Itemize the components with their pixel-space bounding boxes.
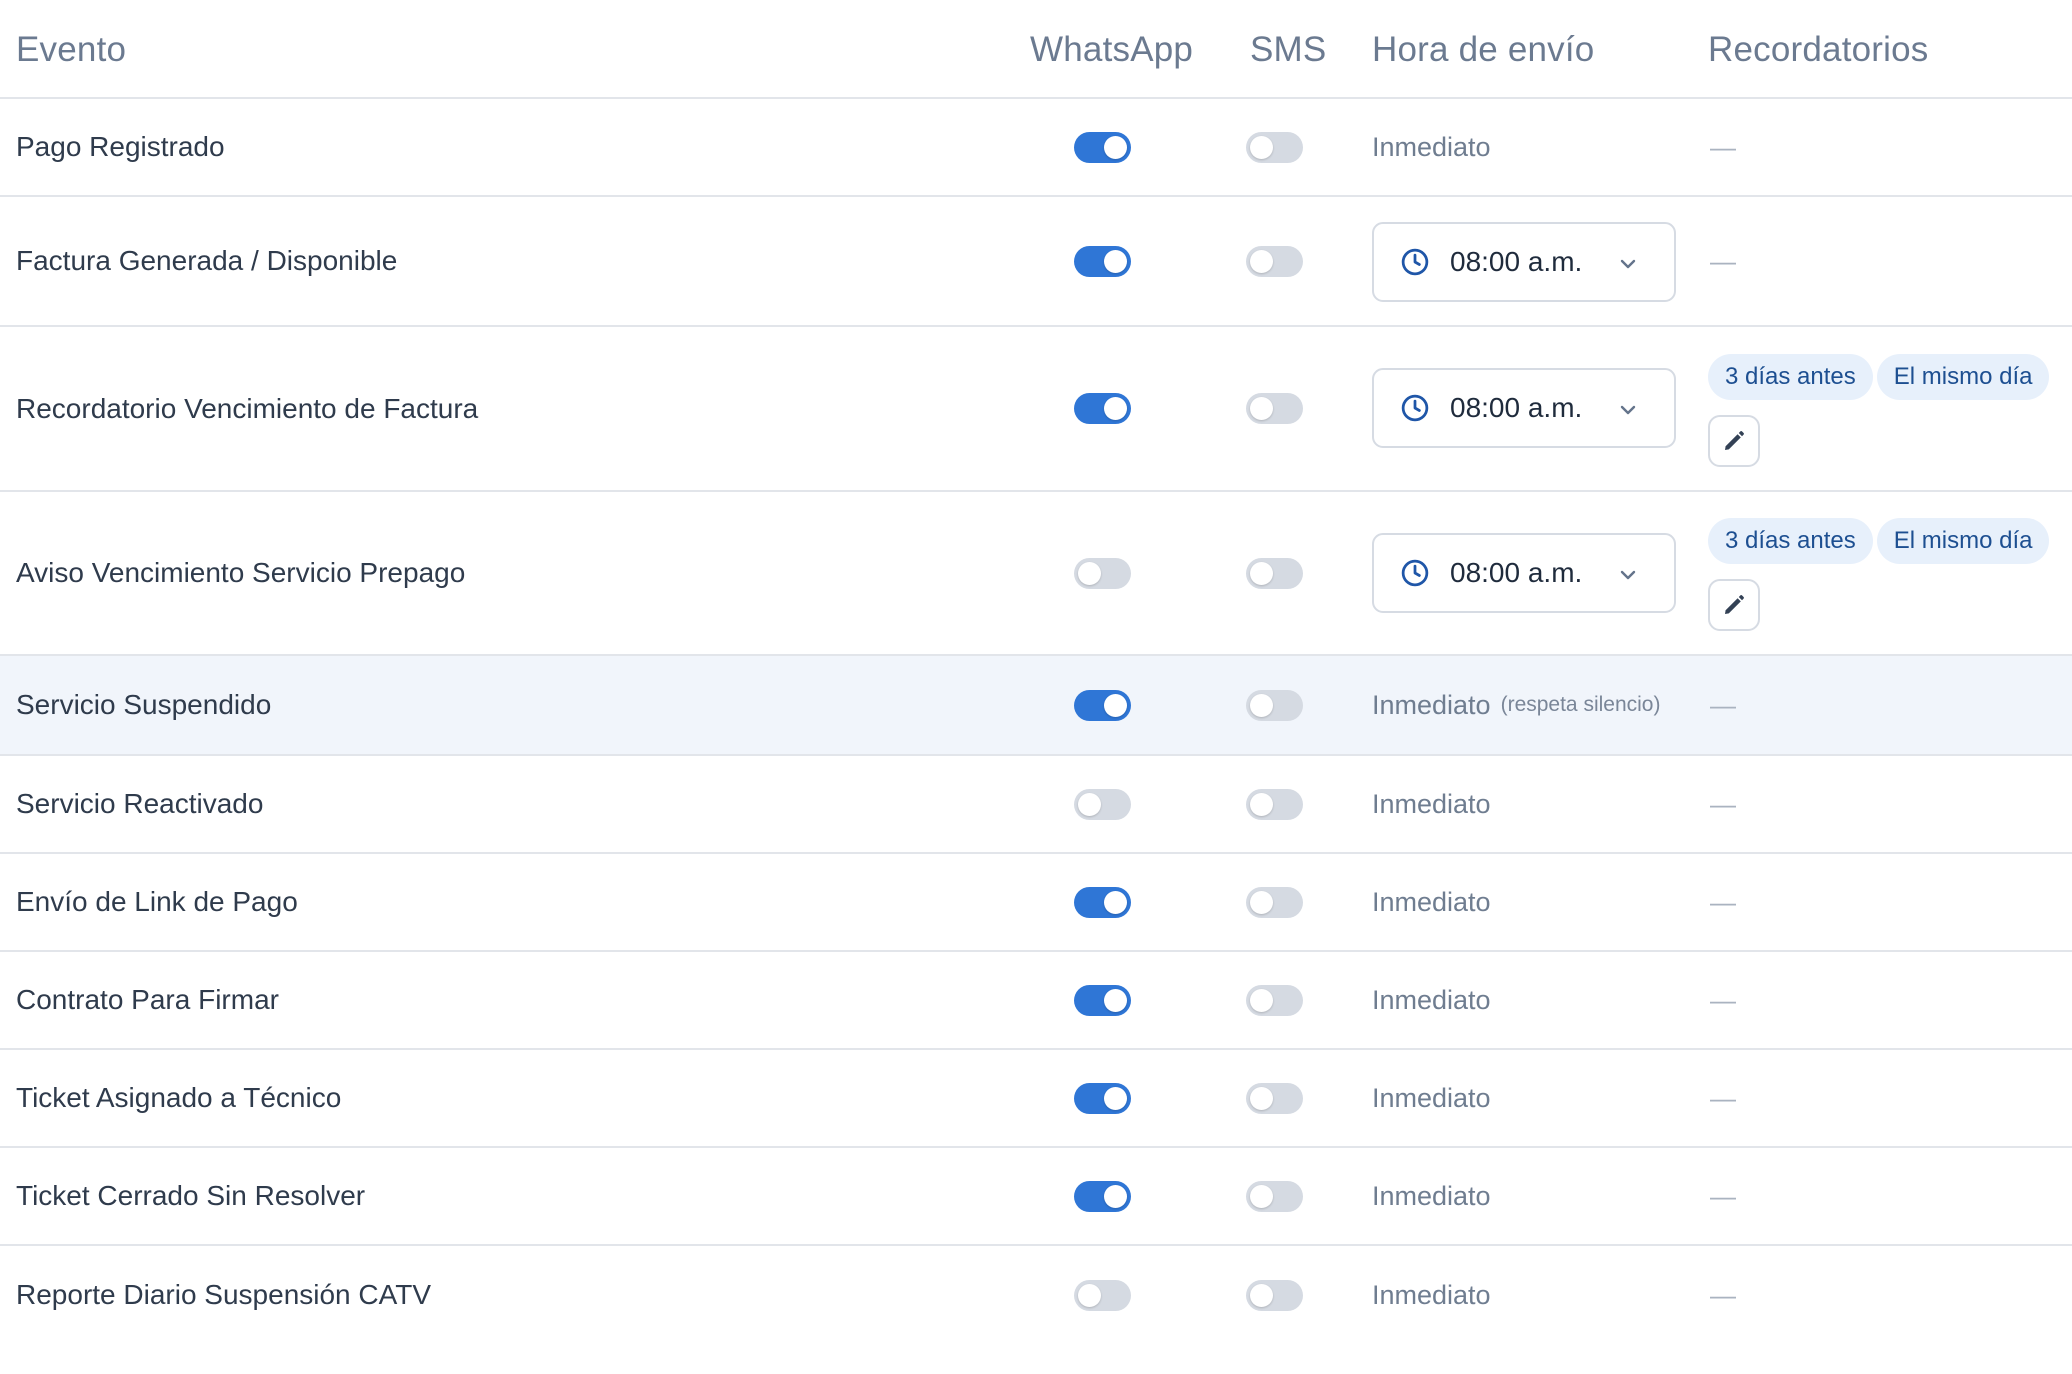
- table-header: Evento WhatsApp SMS Hora de envío Record…: [0, 0, 2072, 99]
- column-header-event: Evento: [16, 30, 127, 69]
- sms-toggle[interactable]: [1246, 131, 1303, 163]
- reminders-empty: —: [1710, 131, 1736, 162]
- chevron-down-icon: [1618, 565, 1638, 585]
- sms-toggle[interactable]: [1246, 245, 1303, 277]
- send-time-text: Inmediato: [1372, 131, 1491, 162]
- reminders-empty: —: [1710, 689, 1736, 720]
- send-time-text: Inmediato: [1372, 1279, 1491, 1310]
- table-row: Servicio Suspendido Inmediato (respeta s…: [0, 656, 2072, 756]
- table-row: Ticket Asignado a Técnico Inmediato —: [0, 1050, 2072, 1148]
- sms-toggle[interactable]: [1246, 689, 1303, 721]
- table-row: Contrato Para Firmar Inmediato —: [0, 952, 2072, 1050]
- whatsapp-toggle[interactable]: [1074, 393, 1131, 424]
- sms-toggle[interactable]: [1246, 1279, 1303, 1311]
- send-time-value: 08:00 a.m.: [1450, 246, 1583, 277]
- table-row: Factura Generada / Disponible 08:00 a.m.…: [0, 197, 2072, 327]
- whatsapp-toggle[interactable]: [1074, 984, 1131, 1016]
- send-time-text: Inmediato: [1372, 984, 1491, 1015]
- send-time-select[interactable]: 08:00 a.m.: [1372, 222, 1676, 302]
- send-time-value: 08:00 a.m.: [1450, 392, 1583, 423]
- edit-reminders-button[interactable]: [1708, 579, 1760, 631]
- send-time-text: Inmediato: [1372, 689, 1491, 720]
- sms-toggle[interactable]: [1246, 393, 1303, 424]
- clock-icon: [1400, 393, 1430, 423]
- table-row: Reporte Diario Suspensión CATV Inmediato…: [0, 1246, 2072, 1344]
- column-header-whatsapp: WhatsApp: [1030, 30, 1194, 69]
- table-row: Pago Registrado Inmediato —: [0, 99, 2072, 197]
- whatsapp-toggle[interactable]: [1074, 245, 1131, 277]
- sms-toggle[interactable]: [1246, 788, 1303, 820]
- whatsapp-toggle[interactable]: [1074, 886, 1131, 918]
- column-header-send-time: Hora de envío: [1372, 30, 1595, 69]
- reminders-empty: —: [1710, 886, 1736, 917]
- chevron-down-icon: [1618, 254, 1638, 274]
- reminder-chip[interactable]: 3 días antes: [1708, 354, 1873, 400]
- whatsapp-toggle[interactable]: [1074, 557, 1131, 589]
- table-row: Ticket Cerrado Sin Resolver Inmediato —: [0, 1148, 2072, 1246]
- reminders-empty: —: [1710, 1082, 1736, 1113]
- whatsapp-toggle[interactable]: [1074, 1082, 1131, 1114]
- event-name: Contrato Para Firmar: [16, 984, 279, 1015]
- pencil-icon: [1722, 593, 1746, 617]
- table-row: Recordatorio Vencimiento de Factura 08:0…: [0, 327, 2072, 492]
- reminders-empty: —: [1710, 984, 1736, 1015]
- send-time-value: 08:00 a.m.: [1450, 557, 1583, 588]
- table-row: Aviso Vencimiento Servicio Prepago 08:00…: [0, 492, 2072, 656]
- reminders-empty: —: [1710, 1180, 1736, 1211]
- table-row: Servicio Reactivado Inmediato —: [0, 756, 2072, 854]
- send-time-text: Inmediato: [1372, 1082, 1491, 1113]
- sms-toggle[interactable]: [1246, 1082, 1303, 1114]
- reminder-chip[interactable]: 3 días antes: [1708, 518, 1873, 564]
- send-time-text: Inmediato: [1372, 788, 1491, 819]
- reminders-empty: —: [1710, 1279, 1736, 1310]
- column-header-sms: SMS: [1250, 30, 1327, 69]
- event-name: Aviso Vencimiento Servicio Prepago: [16, 557, 466, 588]
- reminder-chip[interactable]: El mismo día: [1876, 354, 2050, 400]
- send-time-text: Inmediato: [1372, 886, 1491, 917]
- whatsapp-toggle[interactable]: [1074, 1279, 1131, 1311]
- sms-toggle[interactable]: [1246, 886, 1303, 918]
- edit-reminders-button[interactable]: [1708, 415, 1760, 467]
- whatsapp-toggle[interactable]: [1074, 788, 1131, 820]
- sms-toggle[interactable]: [1246, 984, 1303, 1016]
- pencil-icon: [1722, 429, 1746, 453]
- send-time-note: (respeta silencio): [1500, 693, 1661, 716]
- whatsapp-toggle[interactable]: [1074, 1180, 1131, 1212]
- table-row: Envío de Link de Pago Inmediato —: [0, 854, 2072, 952]
- notifications-table: Evento WhatsApp SMS Hora de envío Record…: [0, 0, 2072, 1311]
- send-time-select[interactable]: 08:00 a.m.: [1372, 368, 1676, 448]
- reminder-chips: 3 días antes El mismo día: [1708, 518, 2050, 564]
- send-time-text: Inmediato: [1372, 1180, 1491, 1211]
- event-name: Ticket Asignado a Técnico: [16, 1082, 342, 1113]
- event-name: Reporte Diario Suspensión CATV: [16, 1279, 432, 1310]
- column-header-reminders: Recordatorios: [1708, 30, 1929, 69]
- event-name: Envío de Link de Pago: [16, 886, 298, 917]
- event-name: Recordatorio Vencimiento de Factura: [16, 392, 479, 424]
- whatsapp-toggle[interactable]: [1074, 131, 1131, 163]
- sms-toggle[interactable]: [1246, 557, 1303, 589]
- send-time-select[interactable]: 08:00 a.m.: [1372, 533, 1676, 613]
- event-name: Servicio Reactivado: [16, 788, 264, 819]
- reminders-empty: —: [1710, 245, 1736, 276]
- event-name: Servicio Suspendido: [16, 689, 272, 720]
- event-name: Pago Registrado: [16, 131, 225, 162]
- reminders-empty: —: [1710, 788, 1736, 819]
- clock-icon: [1400, 247, 1430, 277]
- sms-toggle[interactable]: [1246, 1180, 1303, 1212]
- event-name: Factura Generada / Disponible: [16, 245, 398, 276]
- event-name: Ticket Cerrado Sin Resolver: [16, 1180, 366, 1211]
- chevron-down-icon: [1618, 400, 1638, 420]
- whatsapp-toggle[interactable]: [1074, 689, 1131, 721]
- reminder-chips: 3 días antes El mismo día: [1708, 354, 2050, 400]
- reminder-chip[interactable]: El mismo día: [1876, 518, 2050, 564]
- clock-icon: [1400, 558, 1430, 588]
